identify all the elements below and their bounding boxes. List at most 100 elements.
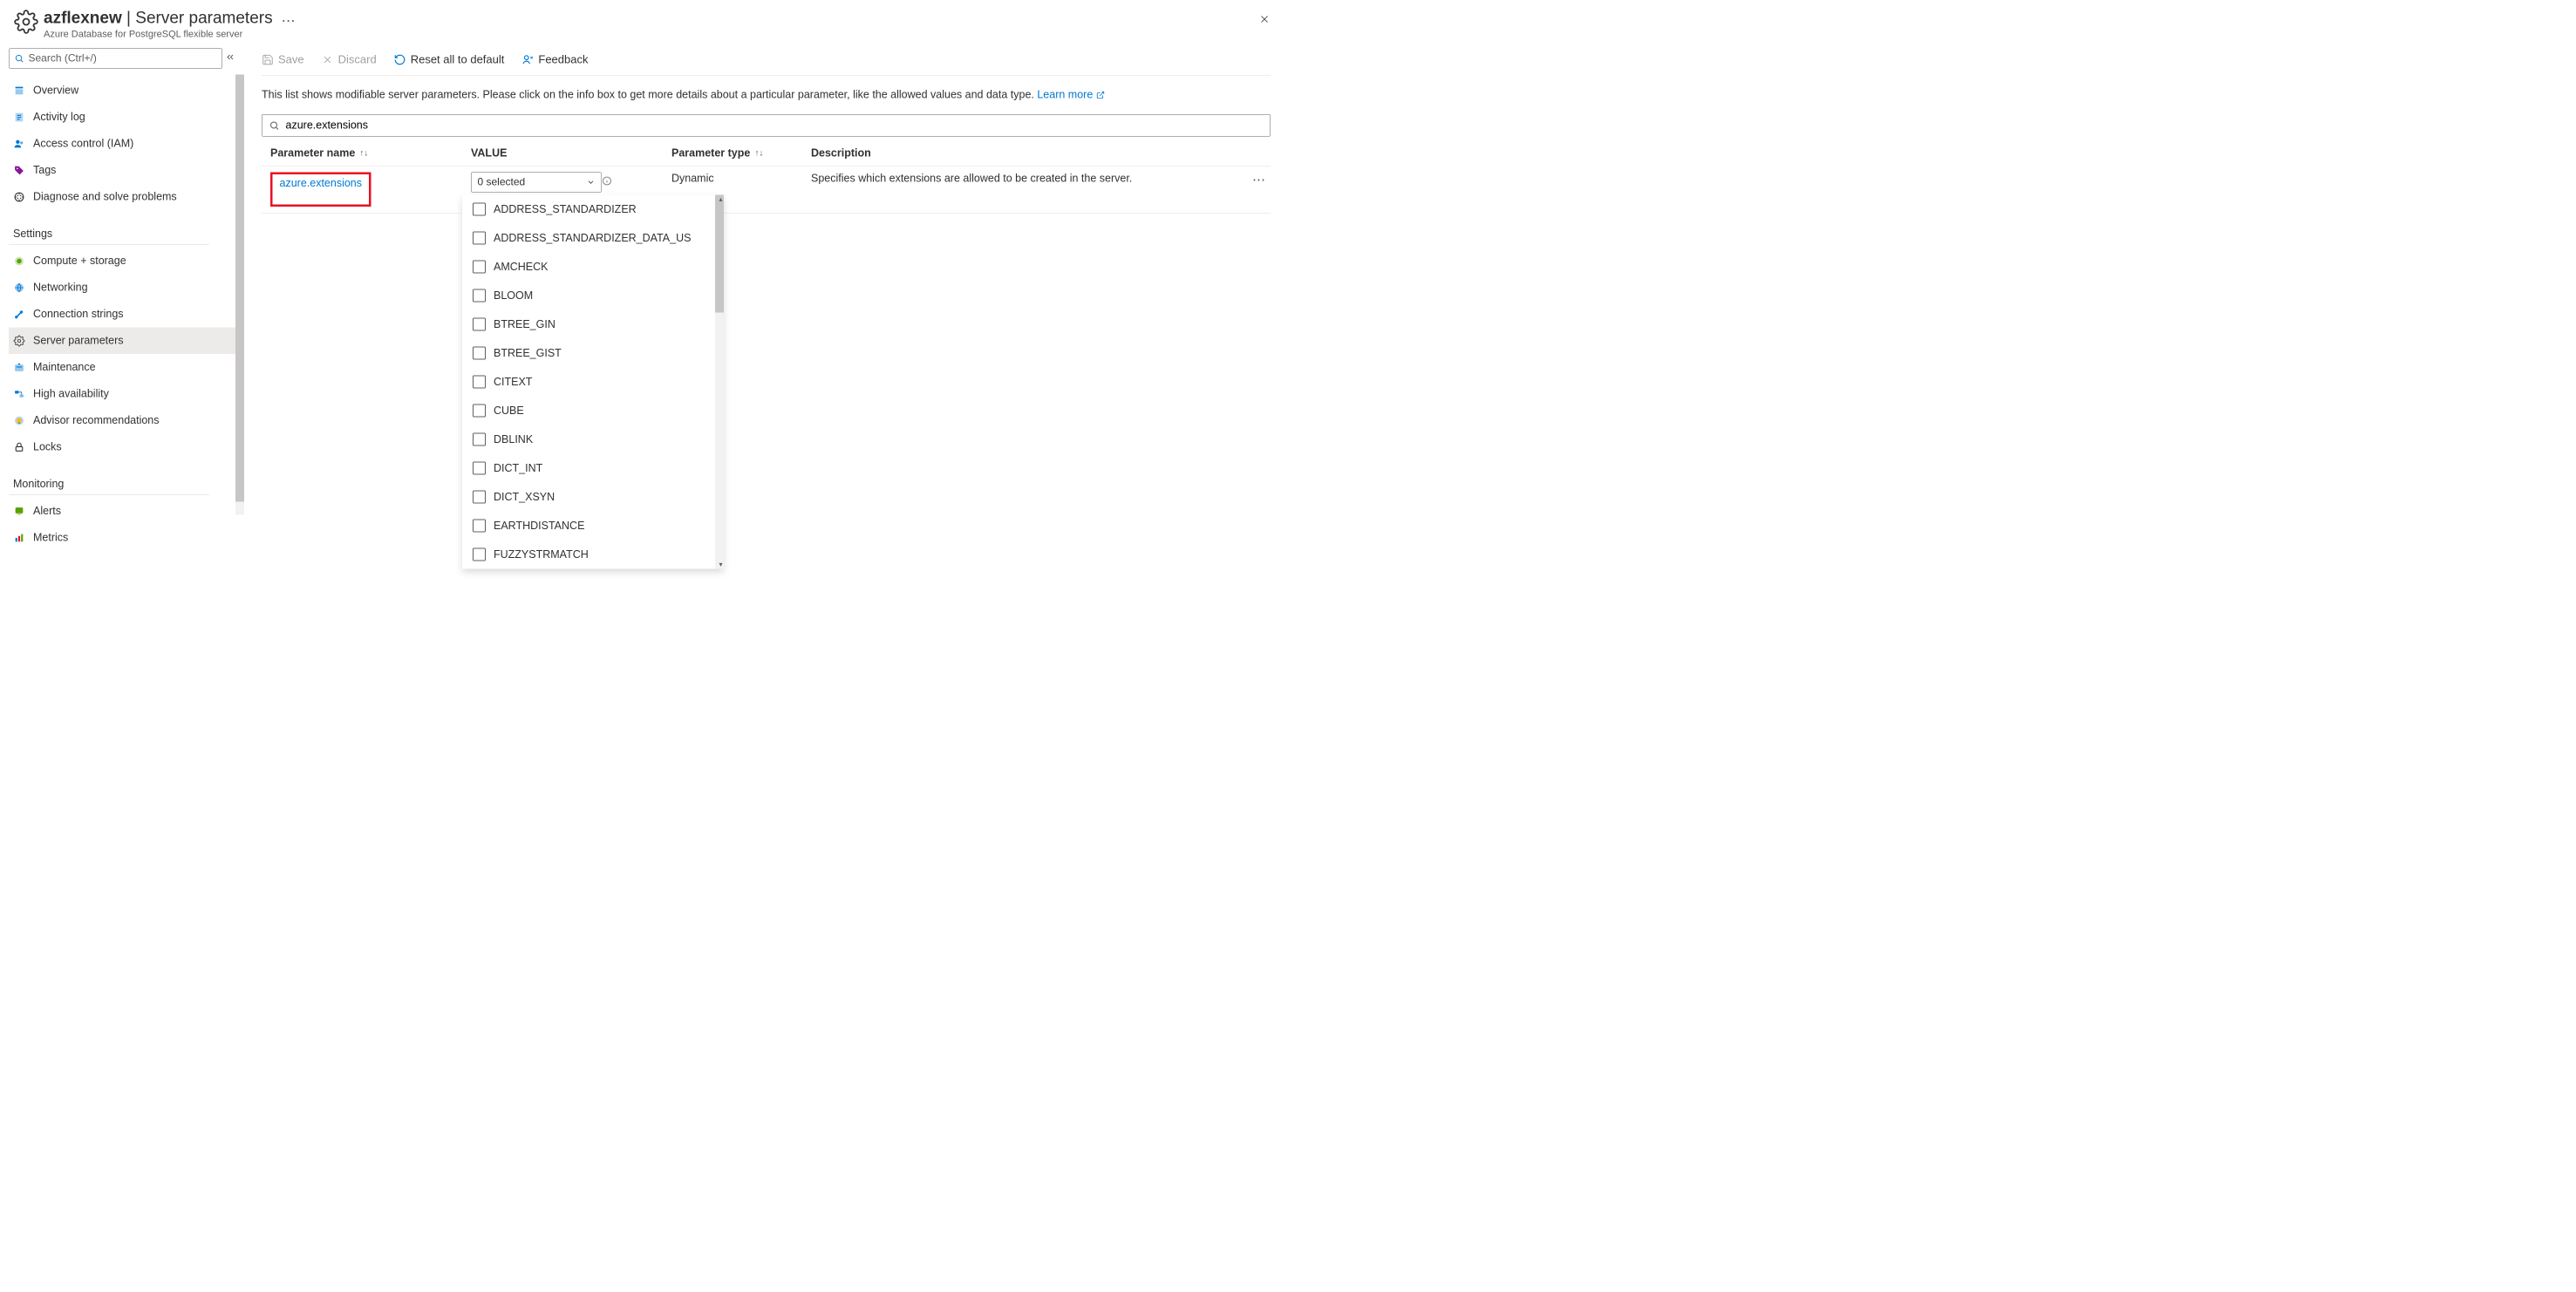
- checkbox[interactable]: [473, 462, 486, 475]
- nav-alerts[interactable]: Alerts: [9, 498, 235, 525]
- cell-description: Specifies which extensions are allowed t…: [802, 173, 1271, 186]
- dropdown-item[interactable]: DICT_INT: [462, 454, 724, 483]
- nav-label: Advisor recommendations: [33, 414, 160, 427]
- dropdown-item[interactable]: EARTHDISTANCE: [462, 512, 724, 541]
- nav-access-control[interactable]: Access control (IAM): [9, 131, 235, 158]
- feedback-icon: [521, 53, 534, 65]
- save-icon: [262, 53, 274, 65]
- table-header: Parameter name ↑↓ VALUE Parameter type ↑…: [262, 141, 1271, 167]
- nav-tags[interactable]: Tags: [9, 157, 235, 184]
- dropdown-item-label: CITEXT: [494, 376, 532, 389]
- dropdown-item-label: DBLINK: [494, 433, 533, 446]
- learn-more-link[interactable]: Learn more: [1037, 89, 1104, 101]
- nav-label: Metrics: [33, 532, 68, 545]
- discard-icon: [322, 53, 334, 65]
- dropdown-item[interactable]: FUZZYSTRMATCH: [462, 541, 724, 569]
- checkbox[interactable]: [473, 405, 486, 418]
- dropdown-item[interactable]: BTREE_GIN: [462, 310, 724, 339]
- dropdown-item-label: DICT_INT: [494, 462, 542, 475]
- col-parameter-name[interactable]: Parameter name ↑↓: [262, 147, 462, 160]
- feedback-button[interactable]: Feedback: [521, 53, 588, 67]
- nav-locks[interactable]: Locks: [9, 434, 235, 461]
- dropdown-scrollbar[interactable]: ▴ ▾: [715, 195, 724, 569]
- nav-label: Diagnose and solve problems: [33, 191, 177, 204]
- checkbox[interactable]: [473, 548, 486, 561]
- checkbox[interactable]: [473, 376, 486, 389]
- sidebar-search[interactable]: Search (Ctrl+/): [9, 49, 222, 69]
- nav-label: Alerts: [33, 505, 61, 518]
- sidebar: Search (Ctrl+/) Overview Activity log Ac…: [0, 44, 244, 556]
- nav-compute-storage[interactable]: Compute + storage: [9, 248, 235, 275]
- checkbox[interactable]: [473, 318, 486, 331]
- nav-diagnose[interactable]: Diagnose and solve problems: [9, 184, 235, 211]
- col-parameter-type[interactable]: Parameter type ↑↓: [663, 147, 802, 160]
- nav-label: Locks: [33, 441, 62, 454]
- dropdown-item[interactable]: BLOOM: [462, 282, 724, 310]
- dropdown-item[interactable]: ADDRESS_STANDARDIZER_DATA_US: [462, 224, 724, 253]
- metrics-icon: [13, 532, 25, 544]
- dropdown-item[interactable]: DBLINK: [462, 425, 724, 454]
- nav-list: Overview Activity log Access control (IA…: [9, 78, 235, 552]
- diagnose-icon: [13, 191, 25, 203]
- external-link-icon: [1096, 91, 1105, 99]
- gear-icon: [13, 9, 39, 35]
- filter-icon: [269, 120, 280, 131]
- checkbox[interactable]: [473, 433, 486, 446]
- collapse-sidebar-button[interactable]: [225, 52, 235, 63]
- close-button[interactable]: [1258, 13, 1271, 25]
- checkbox[interactable]: [473, 347, 486, 360]
- page-title: azflexnew | Server parameters: [44, 9, 273, 28]
- dropdown-item-label: EARTHDISTANCE: [494, 520, 584, 533]
- nav-activity-log[interactable]: Activity log: [9, 104, 235, 131]
- checkbox[interactable]: [473, 203, 486, 216]
- dropdown-item-label: ADDRESS_STANDARDIZER: [494, 203, 637, 216]
- reset-button[interactable]: Reset all to default: [394, 53, 505, 67]
- info-icon[interactable]: [602, 176, 612, 187]
- gear-icon: [13, 335, 25, 347]
- nav-overview[interactable]: Overview: [9, 78, 235, 105]
- more-button[interactable]: ⋯: [282, 12, 296, 29]
- cell-parameter-name: azure.extensions: [262, 173, 462, 207]
- sidebar-scrollbar[interactable]: [235, 75, 244, 515]
- advisor-icon: [13, 414, 25, 426]
- row-more-button[interactable]: ⋯: [1252, 173, 1266, 188]
- extensions-dropdown: ▴ ▾ ADDRESS_STANDARDIZER ADDRESS_STANDARD…: [462, 195, 724, 569]
- discard-button[interactable]: Discard: [322, 53, 377, 67]
- nav-server-parameters[interactable]: Server parameters: [9, 328, 235, 355]
- nav-networking[interactable]: Networking: [9, 275, 235, 302]
- nav-maintenance[interactable]: Maintenance: [9, 354, 235, 381]
- nav-high-availability[interactable]: High availability: [9, 381, 235, 408]
- dropdown-item-label: BTREE_GIN: [494, 318, 555, 331]
- filter-input[interactable]: [262, 114, 1271, 137]
- filter-text[interactable]: [286, 119, 1264, 133]
- dropdown-item[interactable]: DICT_XSYN: [462, 483, 724, 512]
- checkbox[interactable]: [473, 232, 486, 245]
- nav-connection-strings[interactable]: Connection strings: [9, 301, 235, 328]
- checkbox[interactable]: [473, 491, 486, 504]
- dropdown-item[interactable]: CITEXT: [462, 368, 724, 397]
- search-icon: [15, 54, 24, 64]
- toolbar: Save Discard Reset all to default Feedba…: [262, 44, 1271, 76]
- save-button[interactable]: Save: [262, 53, 304, 67]
- activitylog-icon: [13, 111, 25, 123]
- parameter-link[interactable]: azure.extensions: [280, 177, 363, 189]
- scroll-down-icon: ▾: [719, 561, 722, 569]
- page-subtitle: Azure Database for PostgreSQL flexible s…: [44, 29, 273, 40]
- sort-icon: ↑↓: [359, 148, 368, 159]
- dropdown-item[interactable]: AMCHECK: [462, 253, 724, 282]
- dropdown-item[interactable]: CUBE: [462, 397, 724, 425]
- nav-label: Compute + storage: [33, 255, 126, 268]
- dropdown-item[interactable]: ADDRESS_STANDARDIZER: [462, 195, 724, 224]
- checkbox[interactable]: [473, 289, 486, 303]
- nav-metrics[interactable]: Metrics: [9, 525, 235, 552]
- checkbox[interactable]: [473, 261, 486, 274]
- dropdown-item-label: AMCHECK: [494, 261, 549, 274]
- dropdown-item-label: FUZZYSTRMATCH: [494, 548, 589, 561]
- dropdown-item-label: CUBE: [494, 405, 524, 418]
- dropdown-item[interactable]: BTREE_GIST: [462, 339, 724, 368]
- nav-advisor[interactable]: Advisor recommendations: [9, 407, 235, 434]
- checkbox[interactable]: [473, 520, 486, 533]
- maintenance-icon: [13, 361, 25, 373]
- value-dropdown[interactable]: 0 selected: [471, 173, 602, 193]
- tags-icon: [13, 164, 25, 176]
